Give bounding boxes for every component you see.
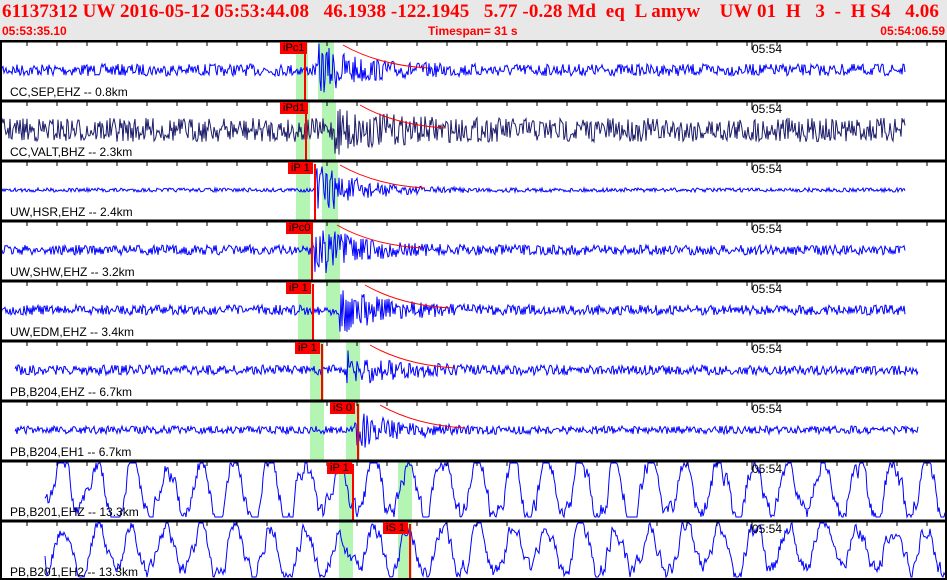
station-label: UW,SHW,EHZ -- 3.2km (10, 265, 135, 279)
minute-label: 05:54 (752, 402, 783, 416)
station-label: CC,SEP,EHZ -- 0.8km (10, 85, 128, 99)
minute-label: 05:54 (752, 522, 783, 536)
station-label: PB,B204,EH1 -- 6.7km (10, 445, 132, 459)
start-time: 05:53:35.10 (2, 24, 67, 38)
pick-label[interactable]: iPd1 (280, 102, 309, 114)
timespan: Timespan= 31 s (428, 24, 518, 38)
minute-label: 05:54 (752, 342, 783, 356)
minute-label: 05:54 (752, 42, 783, 56)
seismogram-trace (14, 350, 919, 384)
pick-label[interactable]: iS 0 (330, 402, 355, 414)
station-label: PB,B201,EH2 -- 13.3km (10, 565, 139, 579)
seismogram-trace (44, 521, 946, 579)
station-label: UW,HSR,EHZ -- 2.4km (10, 205, 133, 219)
pick-label[interactable]: iP 1 (286, 282, 311, 294)
event-header: 61137312 UW 2016-05-12 05:53:44.08 46.19… (0, 0, 947, 40)
seismogram-trace (14, 413, 919, 448)
pick-label[interactable]: iPc0 (286, 222, 314, 234)
seismogram-panels[interactable]: CC,SEP,EHZ -- 0.8km 05:54 iPc1 CC,VALT,BHZ … (0, 40, 947, 580)
station-label: UW,EDM,EHZ -- 3.4km (10, 325, 135, 339)
pick-label[interactable]: iPc1 (280, 42, 308, 54)
station-label: PB,B204,EHZ -- 6.7km (10, 385, 133, 399)
station-label: CC,VALT,BHZ -- 2.3km (10, 145, 133, 159)
minute-label: 05:54 (752, 102, 783, 116)
seismogram-trace (0, 290, 906, 332)
pick-label[interactable]: iP 1 (295, 342, 320, 354)
pick-label[interactable]: iP 1 (327, 462, 352, 474)
pick-label[interactable]: iS 1 (383, 522, 408, 534)
minute-label: 05:54 (752, 162, 783, 176)
minute-label: 05:54 (752, 222, 783, 236)
seismogram-trace (0, 230, 906, 274)
pick-label[interactable]: iP 1 (288, 162, 313, 174)
station-label: PB,B201,EHZ -- 13.3km (10, 505, 139, 519)
coda-envelope (369, 344, 456, 369)
event-summary: 61137312 UW 2016-05-12 05:53:44.08 46.19… (2, 1, 947, 22)
coda-envelope (379, 404, 466, 429)
seismogram-trace (44, 461, 946, 519)
minute-label: 05:54 (752, 462, 783, 476)
waveform-canvas[interactable] (0, 40, 947, 580)
minute-label: 05:54 (752, 282, 783, 296)
end-time: 05:54:06.59 (880, 24, 945, 38)
analysis-window (346, 340, 360, 400)
analysis-window (318, 40, 334, 100)
